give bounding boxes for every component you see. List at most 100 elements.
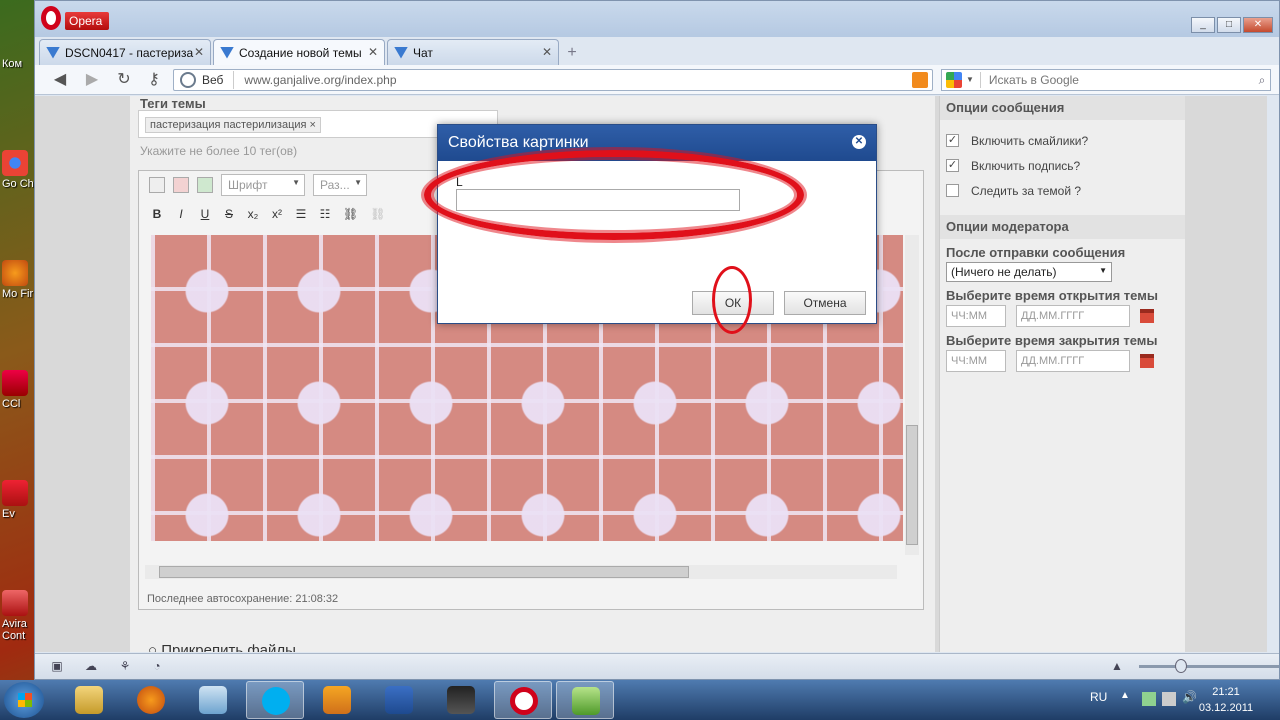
address-scope-label: Веб — [202, 71, 235, 89]
tab-dscn0417[interactable]: DSCN0417 - пастериза ✕ — [39, 39, 211, 65]
watch-topic-option[interactable]: Следить за темой ? — [940, 178, 1185, 203]
reload-icon[interactable]: ↻ — [113, 70, 135, 90]
close-window-button[interactable]: ✕ — [1243, 17, 1273, 33]
desktop-icon-avira[interactable]: Avira Cont — [2, 590, 34, 642]
taskbar-app-eraser[interactable] — [184, 681, 242, 719]
strikethrough-button[interactable]: S — [223, 207, 235, 221]
scrollbar-thumb[interactable] — [159, 566, 689, 578]
eraser-icon[interactable] — [173, 177, 189, 193]
unlink-icon[interactable]: ⛓ — [370, 207, 385, 221]
source-mode-icon[interactable] — [149, 177, 165, 193]
numbered-list-icon[interactable]: ☷ — [319, 207, 331, 221]
zoom-slider[interactable] — [1139, 665, 1279, 668]
turbo-speed-icon[interactable]: ◔ — [149, 659, 165, 673]
search-icon[interactable]: ⌕ — [1254, 73, 1270, 88]
close-time-input[interactable]: ЧЧ:ММ — [946, 350, 1006, 372]
after-post-select[interactable]: (Ничего не делать) ▼ — [946, 262, 1112, 282]
attach-files-toggle[interactable]: ○ Прикрепить файлы — [148, 642, 296, 652]
font-select[interactable]: Шрифт ▼ — [221, 174, 305, 196]
search-input[interactable] — [980, 73, 1254, 87]
desktop-icon-label: CCl — [2, 398, 21, 410]
superscript-button[interactable]: x² — [271, 207, 283, 221]
bullet-list-icon[interactable]: ☰ — [295, 207, 307, 221]
scrollbar-thumb[interactable] — [906, 425, 918, 545]
rss-feed-icon[interactable] — [912, 72, 928, 88]
minimize-button[interactable]: _ — [1191, 17, 1215, 33]
editor-vertical-scrollbar[interactable] — [905, 235, 919, 555]
enable-smilies-option[interactable]: ✓ Включить смайлики? — [940, 128, 1185, 153]
taskbar-media-player[interactable] — [308, 681, 366, 719]
close-icon[interactable]: ✕ — [194, 45, 204, 59]
link-icon[interactable]: ⛓ — [343, 207, 358, 221]
search-engine-dropdown-icon[interactable]: ▼ — [966, 72, 981, 88]
tray-expand-icon[interactable]: ▲ — [1120, 690, 1130, 701]
checkbox-checked[interactable]: ✓ — [946, 134, 959, 147]
google-search-box[interactable]: ▼ ⌕ — [941, 69, 1271, 91]
view-up-arrow-icon[interactable]: ▲ — [1109, 659, 1125, 673]
desktop-icon-evernote[interactable]: Ev — [2, 480, 34, 520]
taskbar-media-321[interactable] — [432, 681, 490, 719]
underline-button[interactable]: U — [199, 207, 211, 221]
unite-cloud-icon[interactable]: ☁ — [83, 659, 99, 673]
ok-button[interactable]: ОК — [692, 291, 774, 315]
clock-time: 21:21 — [1212, 686, 1240, 698]
bold-button[interactable]: B — [151, 207, 163, 221]
forward-arrow-icon[interactable]: ▶ — [81, 70, 103, 90]
tab-chat[interactable]: Чат ✕ — [387, 39, 559, 65]
size-select[interactable]: Раз... ▼ — [313, 174, 367, 196]
calendar-icon[interactable] — [1140, 309, 1154, 323]
back-arrow-icon[interactable]: ◀ — [49, 70, 71, 90]
close-date-input[interactable]: ДД.ММ.ГГГГ — [1016, 350, 1130, 372]
taskbar-app-green[interactable] — [556, 681, 614, 719]
editor-horizontal-scrollbar[interactable] — [145, 565, 897, 579]
enable-signature-option[interactable]: ✓ Включить подпись? — [940, 153, 1185, 178]
close-icon[interactable]: ✕ — [368, 45, 378, 59]
italic-button[interactable]: I — [175, 207, 187, 221]
opera-menu-button[interactable]: Opera — [35, 4, 111, 32]
checkbox-unchecked[interactable] — [946, 184, 959, 197]
desktop-icon-ccleaner[interactable]: CCl — [2, 370, 34, 410]
skype-icon — [262, 687, 290, 715]
close-icon[interactable]: ✕ — [852, 135, 866, 149]
open-time-input[interactable]: ЧЧ:ММ — [946, 305, 1006, 327]
taskbar-skype[interactable] — [246, 681, 304, 719]
desktop-icon-computer[interactable]: Ком — [2, 58, 34, 70]
close-icon[interactable]: ✕ — [542, 45, 552, 59]
image-url-input[interactable] — [456, 189, 740, 211]
gadget-icon — [572, 687, 600, 715]
open-time-row: ЧЧ:ММ ДД.ММ.ГГГГ — [940, 305, 1185, 327]
chrome-icon — [2, 150, 28, 176]
desktop-icon-firefox[interactable]: Mo Fir — [2, 260, 34, 300]
tag-chip[interactable]: пастеризация пастерилизация × — [145, 117, 321, 133]
cancel-button[interactable]: Отмена — [784, 291, 866, 315]
new-tab-plus-icon[interactable]: + — [561, 42, 583, 64]
sync-icon[interactable] — [1162, 692, 1176, 706]
avira-icon — [2, 590, 28, 616]
address-bar[interactable]: Веб www.ganjalive.org/index.php — [173, 69, 933, 91]
panel-toggle-icon[interactable]: ▣ — [49, 659, 65, 673]
share-icon[interactable]: ⚘ — [117, 659, 133, 673]
taskbar-firefox[interactable] — [122, 681, 180, 719]
zoom-slider-handle[interactable] — [1175, 659, 1187, 673]
subscript-button[interactable]: x₂ — [247, 207, 259, 221]
taskbar-word[interactable] — [370, 681, 428, 719]
calendar-icon[interactable] — [1140, 354, 1154, 368]
taskbar-opera[interactable] — [494, 681, 552, 719]
google-icon[interactable] — [946, 72, 962, 88]
network-icon[interactable] — [1142, 692, 1156, 706]
tab-new-topic[interactable]: Создание новой темы ✕ — [213, 39, 385, 65]
table-icon[interactable] — [197, 177, 213, 193]
taskbar-explorer[interactable] — [60, 681, 118, 719]
status-bar: ▣ ☁ ⚘ ◔ ▲ — [35, 653, 1279, 679]
key-icon[interactable]: ⚷ — [143, 70, 165, 90]
checkbox-checked[interactable]: ✓ — [946, 159, 959, 172]
desktop-icon-chrome[interactable]: Go Ch — [2, 150, 34, 190]
open-date-input[interactable]: ДД.ММ.ГГГГ — [1016, 305, 1130, 327]
address-url[interactable]: www.ganjalive.org/index.php — [234, 73, 396, 87]
taskbar-clock[interactable]: 21:21 03.12.2011 — [1186, 684, 1266, 716]
maximize-button[interactable]: □ — [1217, 17, 1241, 33]
language-indicator[interactable]: RU — [1090, 690, 1107, 704]
start-button[interactable] — [4, 682, 44, 718]
chevron-down-icon: ▼ — [292, 178, 300, 187]
option-label: Следить за темой ? — [971, 183, 1082, 198]
